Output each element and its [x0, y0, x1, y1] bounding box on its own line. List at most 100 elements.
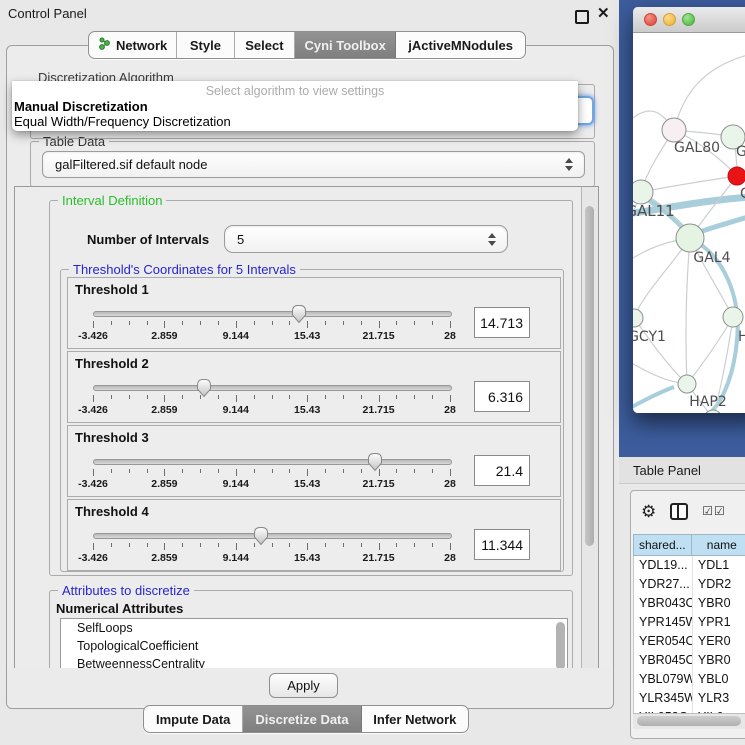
algorithm-dropdown-popup: Select algorithm to view settings Manual… [12, 81, 578, 131]
network-node[interactable] [633, 180, 653, 204]
network-node[interactable] [633, 309, 643, 327]
gear-icon[interactable]: ⚙ [641, 503, 656, 520]
slider-tick-label: 2.859 [134, 552, 194, 564]
network-edge[interactable] [687, 317, 733, 384]
threshold-value-field[interactable]: 21.4 [474, 455, 530, 486]
tab-label: Network [116, 38, 167, 53]
attribute-list-item[interactable]: TopologicalCoefficient [61, 637, 567, 655]
table-data-combobox[interactable]: galFiltered.sif default node [42, 151, 585, 178]
slider-minor-tick [396, 469, 397, 473]
columns-icon[interactable] [670, 503, 688, 520]
number-of-intervals-spinner[interactable]: 5 [224, 225, 508, 253]
network-edge[interactable] [641, 176, 737, 192]
table-toolbar: ⚙ ☑☑ [631, 491, 745, 531]
network-edge[interactable] [674, 52, 745, 130]
select-columns-icon[interactable]: ☑☑ [702, 504, 726, 518]
table-row[interactable]: YDL19...YDL1 [634, 556, 745, 575]
network-node[interactable] [662, 118, 686, 142]
network-node[interactable] [728, 167, 745, 185]
slider-minor-tick [129, 543, 130, 547]
network-window[interactable]: GAL80GACGAL11GAL4GCY1HHAP2 [633, 7, 745, 413]
attribute-list-item[interactable]: SelfLoops [61, 619, 567, 637]
dropdown-item[interactable]: Manual Discretization [12, 99, 578, 114]
table-hscrollbar[interactable] [633, 713, 745, 729]
network-node[interactable] [678, 375, 696, 393]
threshold-label: Threshold 1 [75, 282, 149, 297]
slider-minor-tick [289, 543, 290, 547]
settings-scrollpane: Interval Definition Number of Intervals … [14, 186, 599, 670]
tab-infer-network[interactable]: Infer Network [362, 706, 468, 732]
table-row[interactable]: YER054CYER0 [634, 632, 745, 651]
slider-minor-tick [343, 543, 344, 547]
thresholds-group-title: Threshold's Coordinates for 5 Intervals [69, 262, 300, 277]
table-row[interactable]: YLR345WYLR3 [634, 689, 745, 708]
slider-track[interactable] [93, 533, 452, 539]
list-scrollbar-thumb[interactable] [556, 622, 565, 670]
slider-minor-tick [325, 321, 326, 325]
threshold-value-field[interactable]: 6.316 [474, 381, 530, 412]
close-panel-icon[interactable]: ✕ [597, 4, 610, 22]
network-edge[interactable] [686, 238, 690, 384]
slider-handle[interactable] [291, 304, 307, 329]
table-row[interactable]: YPR145WYPR1 [634, 613, 745, 632]
table-row[interactable]: YBR043CYBR0 [634, 594, 745, 613]
settings-scrollbar-thumb[interactable] [585, 206, 594, 546]
tab-cyni-toolbox[interactable]: Cyni Toolbox [295, 32, 396, 58]
table-hscrollbar-thumb[interactable] [637, 716, 741, 726]
network-edge[interactable] [634, 238, 690, 317]
numerical-attributes-list[interactable]: SelfLoopsTopologicalCoefficientBetweenne… [60, 618, 568, 670]
slider-minor-tick [182, 321, 183, 325]
slider-major-tick [93, 543, 94, 550]
network-node[interactable] [676, 224, 704, 252]
network-canvas[interactable]: GAL80GACGAL11GAL4GCY1HHAP2 [633, 33, 745, 413]
slider-minor-tick [129, 395, 130, 399]
slider-minor-tick [129, 469, 130, 473]
slider-handle[interactable] [253, 526, 269, 551]
tab-network[interactable]: Network [89, 32, 177, 58]
slider-track[interactable] [93, 385, 452, 391]
tab-style[interactable]: Style [177, 32, 234, 58]
table-column-header[interactable]: shared... [633, 534, 692, 556]
threshold-value-field[interactable]: 14.713 [474, 307, 530, 338]
network-node-label: C [740, 186, 745, 202]
slider-major-tick [450, 395, 451, 402]
table-column-header[interactable]: name [692, 534, 745, 556]
slider-tick-label: 21.715 [349, 478, 409, 490]
table-row[interactable]: YBR045CYBR0 [634, 651, 745, 670]
settings-scrollbar[interactable] [581, 187, 598, 669]
slider-major-tick [164, 543, 165, 550]
tab-jactivemnodules[interactable]: jActiveMNodules [396, 32, 525, 58]
slider-minor-tick [218, 469, 219, 473]
float-panel-icon[interactable] [575, 10, 589, 24]
slider-tick-label: 15.43 [277, 552, 337, 564]
slider-major-tick [164, 469, 165, 476]
close-window-icon[interactable] [644, 13, 657, 26]
network-edge[interactable] [633, 387, 674, 408]
network-node[interactable] [723, 307, 743, 327]
slider-track[interactable] [93, 311, 452, 317]
table-cell: YER054C [634, 632, 692, 651]
slider-handle[interactable] [367, 452, 383, 477]
minimize-window-icon[interactable] [663, 13, 676, 26]
combobox-arrows-icon [564, 158, 574, 171]
slider-minor-tick [414, 543, 415, 547]
slider-tick-label: 9.144 [206, 478, 266, 490]
network-edge[interactable] [634, 318, 687, 384]
number-of-intervals-label: Number of Intervals [87, 232, 209, 247]
tab-impute-data[interactable]: Impute Data [144, 706, 243, 732]
apply-button[interactable]: Apply [269, 673, 338, 698]
dropdown-item[interactable]: Equal Width/Frequency Discretization [12, 114, 578, 129]
table-row[interactable]: YBL079WYBL0 [634, 670, 745, 689]
network-window-titlebar[interactable] [633, 7, 745, 33]
slider-minor-tick [147, 321, 148, 325]
maximize-window-icon[interactable] [682, 13, 695, 26]
slider-minor-tick [218, 395, 219, 399]
table-cell: YDL19... [634, 556, 692, 575]
threshold-value-field[interactable]: 11.344 [474, 529, 530, 560]
tab-select[interactable]: Select [235, 32, 295, 58]
tab-discretize-data[interactable]: Discretize Data [243, 706, 361, 732]
table-row[interactable]: YDR27...YDR2 [634, 575, 745, 594]
slider-handle[interactable] [196, 378, 212, 403]
slider-track[interactable] [93, 459, 452, 465]
table-panel-title: Table Panel [633, 463, 701, 478]
